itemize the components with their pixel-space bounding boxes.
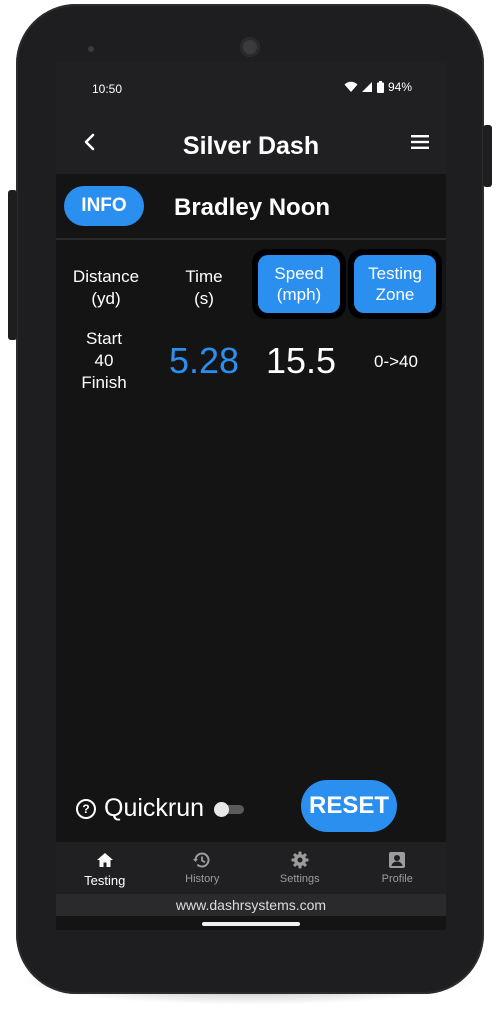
distance-header-label: Distance xyxy=(72,267,140,286)
home-indicator[interactable] xyxy=(202,922,300,926)
speed-value: 15.5 xyxy=(265,340,337,381)
nav-label-testing: Testing xyxy=(84,873,126,888)
quickrun-label: Quickrun xyxy=(104,794,205,822)
battery-percent: 94% xyxy=(387,80,412,94)
distance-header: Distance (yd) xyxy=(66,266,146,310)
battery-icon xyxy=(376,81,384,93)
nav-item-testing[interactable]: Testing xyxy=(56,842,154,894)
quickrun-toggle[interactable] xyxy=(214,801,245,817)
toggle-knob xyxy=(214,801,230,817)
zone-header-unit: Zone xyxy=(375,285,415,304)
zone-header-frame: Testing Zone xyxy=(348,249,442,319)
nav-label-history: History xyxy=(185,873,220,885)
status-time: 10:50 xyxy=(92,82,123,96)
app-bar: Silver Dash xyxy=(56,114,446,174)
app-title: Silver Dash xyxy=(182,132,320,160)
nav-label-settings: Settings xyxy=(279,873,320,885)
phone-side-button xyxy=(8,190,17,340)
testing-zone-button[interactable]: Testing Zone xyxy=(354,255,436,313)
reset-button[interactable]: RESET xyxy=(301,780,397,832)
speed-header-frame: Speed (mph) xyxy=(252,249,346,319)
profile-icon xyxy=(389,852,406,868)
status-icons: 94% xyxy=(344,80,412,94)
bottom-nav: Testing History Settings Profile xyxy=(56,842,446,894)
history-icon xyxy=(193,852,210,868)
distance-values: Start 40 Finish xyxy=(74,328,134,394)
nav-item-settings[interactable]: Settings xyxy=(251,842,349,894)
gear-icon xyxy=(291,851,309,869)
footer-url[interactable]: www.dashrsystems.com xyxy=(56,894,446,916)
home-icon xyxy=(96,853,113,867)
nav-item-profile[interactable]: Profile xyxy=(349,842,447,894)
help-icon[interactable]: ? xyxy=(76,798,96,819)
time-value: 5.28 xyxy=(168,340,240,381)
speed-header-button[interactable]: Speed (mph) xyxy=(258,255,340,313)
quickrun-control: ? Quickrun xyxy=(76,794,245,823)
speed-header-label: Speed xyxy=(274,264,324,283)
front-camera xyxy=(240,37,260,57)
wifi-icon xyxy=(344,81,358,92)
divider xyxy=(56,238,446,240)
distance-start: Start xyxy=(86,329,122,348)
distance-yards: 40 xyxy=(94,351,114,370)
info-button[interactable]: INFO xyxy=(64,186,144,226)
app-screen: 10:50 94% Silver Dash INFO Bradley Noon … xyxy=(56,62,446,930)
nav-item-history[interactable]: History xyxy=(154,842,252,894)
nav-label-profile: Profile xyxy=(381,873,413,885)
athlete-name: Bradley Noon xyxy=(174,194,331,221)
speed-header-unit: (mph) xyxy=(276,285,322,304)
distance-finish: Finish xyxy=(81,373,127,392)
testing-zone-value: 0->40 xyxy=(374,352,418,371)
time-header-unit: (s) xyxy=(194,289,214,308)
time-header-label: Time xyxy=(185,267,223,286)
zone-header-label: Testing xyxy=(368,264,422,283)
signal-icon xyxy=(361,82,372,92)
distance-header-unit: (yd) xyxy=(91,289,121,308)
phone-power-button xyxy=(483,125,492,187)
proximity-sensor xyxy=(88,46,94,52)
athlete-row: INFO Bradley Noon xyxy=(56,174,446,238)
menu-icon[interactable] xyxy=(410,132,430,152)
status-bar: 10:50 94% xyxy=(56,62,446,114)
time-header: Time (s) xyxy=(169,266,239,310)
